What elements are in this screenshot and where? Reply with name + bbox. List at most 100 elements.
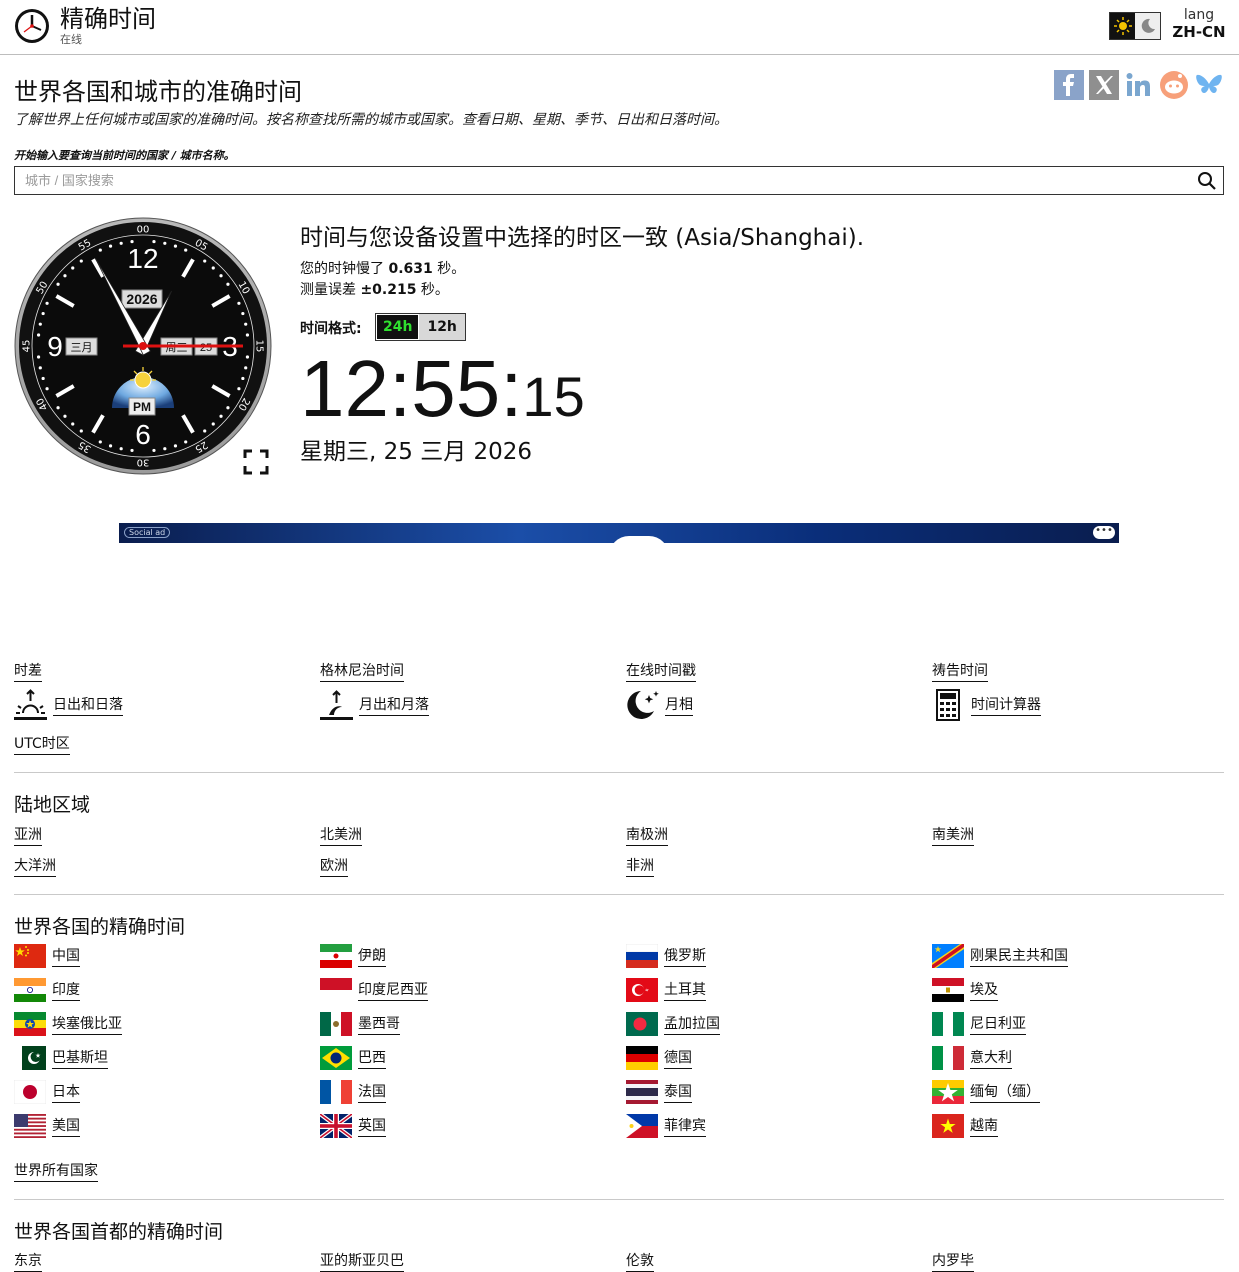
minute-dot [184,248,188,252]
minute-dot [245,355,250,359]
countries-title: 世界各国的精确时间 [14,916,186,938]
lang-label: lang [1183,7,1215,23]
format-12h-button[interactable]: 12h [419,314,465,340]
country-link-vietnam[interactable]: 越南 [932,1114,998,1138]
country-label: 印度 [52,979,80,1001]
region-label: 南极洲 [626,824,668,846]
search-input[interactable] [15,167,1185,194]
minute-dot [241,311,245,316]
region-link[interactable]: 欧洲 [320,855,348,877]
ad-tag: Social ad [124,527,171,538]
link-gmt[interactable]: 格林尼治时间 [320,660,404,682]
analog-clock: 000510152025303540455055 12 3 6 9 2026 三… [14,217,272,475]
capital-link[interactable]: 伦敦 [626,1250,654,1272]
region-link[interactable]: 南美洲 [932,824,974,846]
country-label: 法国 [358,1081,386,1103]
country-link-egypt[interactable]: 埃及 [932,978,998,1002]
capital-label: 东京 [14,1250,42,1272]
region-label: 大洋洲 [14,855,56,877]
bezel-label: 15 [254,340,265,353]
minute-dot [226,282,230,286]
country-link-ethiopia[interactable]: 埃塞俄比亚 [14,1012,122,1036]
facebook-icon[interactable] [1054,70,1084,100]
capital-link[interactable]: 亚的斯亚贝巴 [320,1250,404,1272]
flag-philippines-icon [626,1114,658,1138]
country-link-nigeria[interactable]: 尼日利亚 [932,1012,1026,1036]
country-label: 刚果民主共和国 [970,945,1068,967]
format-24h-button[interactable]: 24h [377,315,419,339]
region-label: 非洲 [626,855,654,877]
link-time-calculator[interactable]: 时间计算器 [932,689,1041,721]
country-link-usa[interactable]: 美国 [14,1114,80,1138]
country-link-pakistan[interactable]: 巴基斯坦 [14,1046,108,1070]
country-link-india[interactable]: 印度 [14,978,80,1002]
moon-icon[interactable] [1135,13,1160,39]
country-link-bangladesh[interactable]: 孟加拉国 [626,1012,720,1036]
language-selector[interactable]: lang ZH-CN [1172,7,1226,41]
country-link-italy[interactable]: 意大利 [932,1046,1012,1070]
link-moon-phase[interactable]: 月相 [626,689,693,721]
minute-dot [119,447,123,451]
region-link[interactable]: 北美洲 [320,824,362,846]
link-label: 月出和月落 [359,694,429,716]
country-link-germany[interactable]: 德国 [626,1046,692,1070]
country-link-china[interactable]: 中国 [14,944,80,968]
lang-code[interactable]: ZH-CN [1172,23,1226,41]
minute-dot [237,301,241,305]
region-link[interactable]: 非洲 [626,855,654,877]
social-ad-banner[interactable]: Social ad ••• [119,523,1119,543]
country-link-brazil[interactable]: 巴西 [320,1046,386,1070]
flag-turkey-icon [626,978,658,1002]
country-link-myanmar[interactable]: 缅甸（缅） [932,1080,1040,1104]
link-sunrise-sunset[interactable]: 日出和日落 [14,689,123,721]
error-unit: 秒。 [420,282,449,298]
country-link-philippines[interactable]: 菲律宾 [626,1114,706,1138]
country-label: 印度尼西亚 [358,979,428,1001]
region-link[interactable]: 南极洲 [626,824,668,846]
flag-germany-icon [626,1046,658,1070]
minute-dot [79,259,83,263]
country-link-thailand[interactable]: 泰国 [626,1080,692,1104]
linkedin-icon[interactable] [1124,70,1154,100]
country-link-mexico[interactable]: 墨西哥 [320,1012,400,1036]
share-buttons [1054,70,1224,100]
link-time-difference[interactable]: 时差 [14,660,42,682]
region-link[interactable]: 大洋洲 [14,855,56,877]
country-label: 英国 [358,1115,386,1137]
x-icon[interactable] [1089,70,1119,100]
error-prefix: 测量误差 [300,282,356,298]
country-link-indonesia[interactable]: 印度尼西亚 [320,978,428,1002]
theme-toggle[interactable] [1109,12,1161,40]
country-link-dr-congo[interactable]: 刚果民主共和国 [932,944,1068,968]
capital-link[interactable]: 内罗毕 [932,1250,974,1272]
link-utc-timezone[interactable]: UTC时区 [14,733,70,755]
link-all-countries[interactable]: 世界所有国家 [14,1160,98,1182]
fullscreen-icon[interactable] [243,449,269,475]
bluesky-icon[interactable] [1194,70,1224,100]
flag-china-icon [14,944,46,968]
country-link-russia[interactable]: 俄罗斯 [626,944,706,968]
country-link-turkey[interactable]: 土耳其 [626,978,706,1002]
country-link-japan[interactable]: 日本 [14,1080,80,1104]
search-icon[interactable] [1197,171,1217,191]
country-label: 菲律宾 [664,1115,706,1137]
region-link[interactable]: 亚洲 [14,824,42,846]
country-link-france[interactable]: 法国 [320,1080,386,1104]
country-link-iran[interactable]: 伊朗 [320,944,386,968]
link-moonrise-moonset[interactable]: 月出和月落 [320,689,429,721]
minute-dot [244,322,248,326]
reddit-icon[interactable] [1159,70,1189,100]
capital-link[interactable]: 东京 [14,1250,42,1272]
link-label: 世界所有国家 [14,1160,98,1182]
flag-thailand-icon [626,1080,658,1104]
site-title[interactable]: 精确时间 [60,4,156,34]
country-label: 墨西哥 [358,1013,400,1035]
ad-menu-button[interactable]: ••• [1093,526,1115,539]
numeral-6: 6 [135,419,151,450]
link-prayer-times[interactable]: 祷告时间 [932,660,988,682]
country-link-uk[interactable]: 英国 [320,1114,386,1138]
sun-icon[interactable] [1110,13,1135,39]
divider [14,894,1224,895]
link-timestamp[interactable]: 在线时间戳 [626,660,696,682]
clock-logo-icon[interactable] [14,8,50,44]
